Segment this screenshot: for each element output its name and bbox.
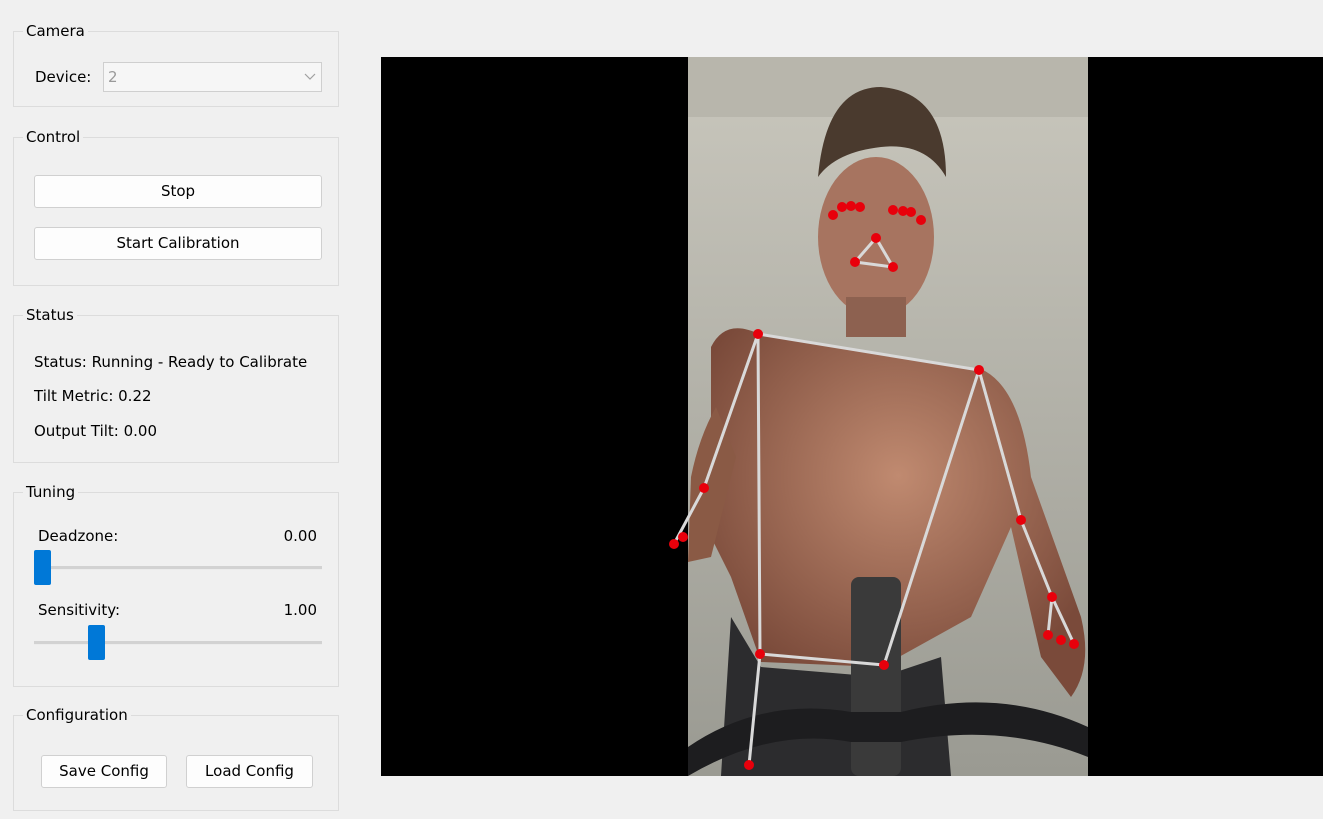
keypoint <box>855 202 865 212</box>
keypoint <box>879 660 889 670</box>
keypoint <box>755 649 765 659</box>
save-config-button[interactable]: Save Config <box>41 755 167 788</box>
sensitivity-value: 1.00 <box>283 601 317 619</box>
keypoint <box>1016 515 1026 525</box>
sensitivity-slider-track[interactable] <box>34 641 322 645</box>
keypoint <box>1043 630 1053 640</box>
tuning-group-title: Tuning <box>23 482 79 502</box>
keypoint <box>850 257 860 267</box>
status-text: Status: Running - Ready to Calibrate <box>34 353 308 371</box>
status-group: Status Status: Running - Ready to Calibr… <box>13 305 339 463</box>
keypoint <box>974 365 984 375</box>
deadzone-slider-track[interactable] <box>34 566 322 570</box>
keypoint <box>916 215 926 225</box>
status-group-title: Status <box>23 305 77 325</box>
configuration-group-title: Configuration <box>23 705 131 725</box>
keypoint <box>1069 639 1079 649</box>
deadzone-value: 0.00 <box>283 527 317 545</box>
keypoint <box>1056 635 1066 645</box>
keypoint <box>888 205 898 215</box>
control-group-title: Control <box>23 127 84 147</box>
sensitivity-label: Sensitivity: <box>38 601 121 619</box>
sensitivity-slider-handle[interactable] <box>88 625 106 660</box>
camera-group: Camera Device: 2 <box>13 21 339 107</box>
keypoint <box>669 539 679 549</box>
keypoint <box>846 201 856 211</box>
deadzone-slider-handle[interactable] <box>34 550 51 585</box>
keypoint <box>678 532 688 542</box>
load-config-button[interactable]: Load Config <box>186 755 313 788</box>
photo-frame <box>688 57 1088 776</box>
keypoint <box>837 202 847 212</box>
camera-group-title: Camera <box>23 21 88 41</box>
device-select-value: 2 <box>108 68 118 86</box>
configuration-group: Configuration Save Config Load Config <box>13 705 339 811</box>
stop-button[interactable]: Stop <box>34 175 322 208</box>
tilt-metric-text: Tilt Metric: 0.22 <box>34 387 152 405</box>
output-tilt-text: Output Tilt: 0.00 <box>34 422 158 440</box>
keypoint <box>871 233 881 243</box>
control-group: Control Stop Start Calibration <box>13 127 339 286</box>
keypoint <box>1047 592 1057 602</box>
keypoint <box>753 329 763 339</box>
deadzone-label: Deadzone: <box>38 527 119 545</box>
keypoint <box>888 262 898 272</box>
keypoint <box>828 210 838 220</box>
start-calibration-button[interactable]: Start Calibration <box>34 227 322 260</box>
keypoint <box>699 483 709 493</box>
camera-frame <box>669 57 1088 776</box>
camera-video-preview <box>381 57 1323 776</box>
keypoint <box>906 207 916 217</box>
device-select[interactable]: 2 <box>103 62 322 92</box>
tuning-group: Tuning Deadzone: 0.00 Sensitivity: 1.00 <box>13 482 339 687</box>
chevron-down-icon <box>304 73 316 80</box>
keypoint <box>744 760 754 770</box>
device-label: Device: <box>35 68 92 86</box>
